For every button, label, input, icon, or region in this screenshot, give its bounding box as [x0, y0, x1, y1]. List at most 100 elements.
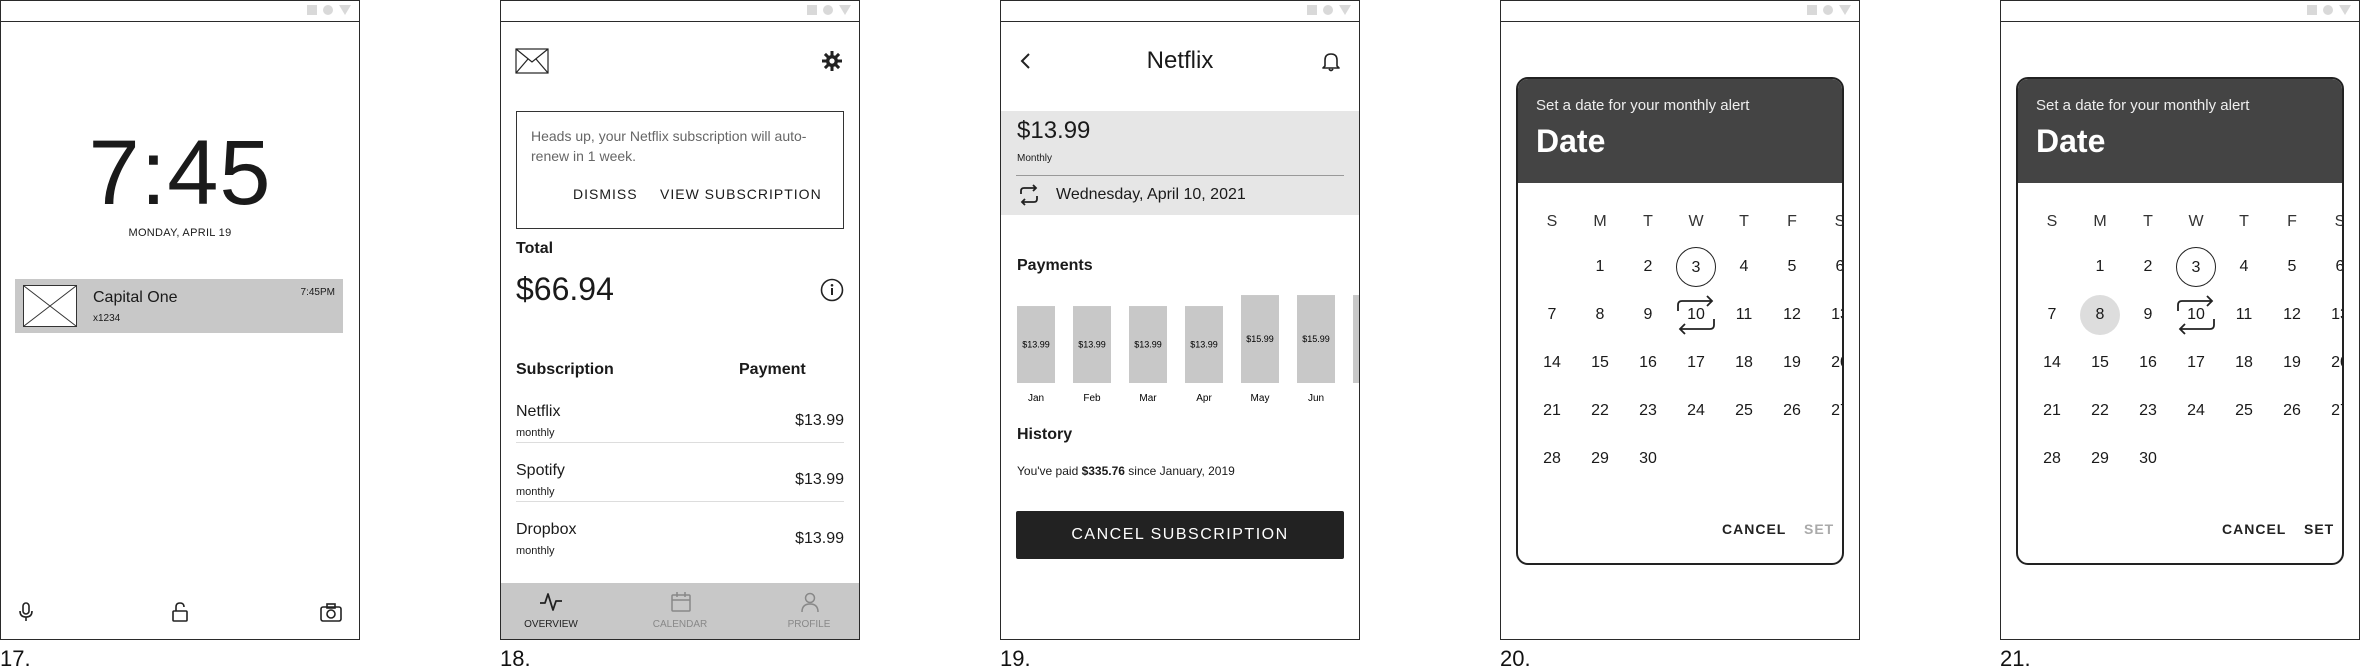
calendar-day[interactable]: 21 [2032, 391, 2072, 431]
calendar-day[interactable]: 1 [2080, 247, 2120, 287]
calendar-day[interactable]: 4 [1724, 247, 1764, 287]
calendar-day[interactable]: 12 [1772, 295, 1812, 335]
dismiss-button[interactable]: DISMISS [573, 186, 638, 202]
calendar-day[interactable]: 22 [1580, 391, 1620, 431]
microphone-icon[interactable] [15, 601, 37, 623]
calendar-day[interactable]: 7 [2032, 295, 2072, 335]
calendar-day[interactable]: 17 [2176, 343, 2216, 383]
calendar-day[interactable]: 17 [1676, 343, 1716, 383]
calendar-day[interactable]: 8 [1580, 295, 1620, 335]
day-number: 3 [2191, 259, 2201, 276]
nav-label: CALENDAR [652, 619, 708, 630]
table-row[interactable]: Netflix monthly $13.99 [516, 403, 844, 443]
calendar-day[interactable]: 4 [2224, 247, 2264, 287]
table-row[interactable]: Spotify monthly $13.99 [516, 462, 844, 502]
calendar-day[interactable]: 15 [1580, 343, 1620, 383]
calendar-day[interactable]: 9 [2128, 295, 2168, 335]
notification-card[interactable]: Capital One x1234 7:45PM [15, 279, 343, 333]
calendar-day[interactable]: 14 [1532, 343, 1572, 383]
set-button[interactable]: SET [1804, 521, 1834, 537]
calendar-day[interactable]: 11 [2224, 295, 2264, 335]
caption-19: 19. [1000, 646, 1031, 671]
phone-netflix-detail: Netflix $13.99 Monthly Wednesday, April … [1000, 0, 1360, 640]
calendar-day[interactable]: 10 [1676, 295, 1716, 335]
nav-calendar[interactable]: CALENDAR [630, 583, 730, 639]
calendar-day[interactable]: 6 [1820, 247, 1842, 287]
calendar-day[interactable]: 8 [2080, 295, 2120, 335]
camera-icon[interactable] [319, 601, 343, 623]
calendar-day[interactable]: 29 [2080, 439, 2120, 479]
nav-profile[interactable]: PROFILE [759, 583, 859, 639]
calendar-day[interactable]: 3 [1676, 247, 1716, 287]
weekday-header: W [1688, 213, 1704, 230]
calendar-day[interactable]: 18 [1724, 343, 1764, 383]
day-number: 25 [2235, 402, 2253, 419]
column-header-payment: Payment [739, 361, 806, 378]
gear-icon[interactable] [821, 50, 843, 72]
calendar-day[interactable]: 2 [1628, 247, 1668, 287]
history-text: You've paid $335.76 since January, 2019 [1017, 464, 1235, 478]
calendar-day[interactable]: 16 [1628, 343, 1668, 383]
calendar-day[interactable]: 11 [1724, 295, 1764, 335]
cancel-subscription-button[interactable]: CANCEL SUBSCRIPTION [1016, 511, 1344, 559]
calendar-day[interactable]: 24 [2176, 391, 2216, 431]
calendar-day[interactable]: 20 [1820, 343, 1842, 383]
lock-date: MONDAY, APRIL 19 [128, 227, 232, 239]
calendar-day[interactable]: 26 [2272, 391, 2312, 431]
caption-20: 20. [1500, 646, 1531, 671]
calendar-day[interactable]: 15 [2080, 343, 2120, 383]
mail-icon[interactable] [515, 48, 549, 74]
calendar-day[interactable]: 22 [2080, 391, 2120, 431]
day-number: 12 [1783, 306, 1801, 323]
calendar-day[interactable]: 13 [1820, 295, 1842, 335]
calendar-day[interactable]: 25 [2224, 391, 2264, 431]
view-subscription-button[interactable]: VIEW SUBSCRIPTION [660, 186, 822, 202]
bar-value-label: $13.99 [1022, 340, 1050, 350]
phone-overview: Heads up, your Netflix subscription will… [500, 0, 860, 640]
calendar-day[interactable]: 23 [1628, 391, 1668, 431]
set-button[interactable]: SET [2304, 521, 2334, 537]
calendar-day[interactable]: 25 [1724, 391, 1764, 431]
calendar-day[interactable]: 12 [2272, 295, 2312, 335]
calendar-day[interactable]: 1 [1580, 247, 1620, 287]
calendar-day[interactable]: 16 [2128, 343, 2168, 383]
day-number: 5 [2287, 258, 2297, 275]
calendar-day[interactable]: 5 [2272, 247, 2312, 287]
calendar-day[interactable]: 19 [1772, 343, 1812, 383]
calendar-day[interactable]: 18 [2224, 343, 2264, 383]
calendar-day[interactable]: 3 [2176, 247, 2216, 287]
calendar-day[interactable]: 14 [2032, 343, 2072, 383]
calendar-day[interactable]: 2 [2128, 247, 2168, 287]
table-row[interactable]: Dropbox monthly $13.99 [516, 521, 844, 561]
unlock-icon[interactable] [169, 601, 191, 623]
nav-overview[interactable]: OVERVIEW [501, 583, 601, 639]
calendar-day[interactable]: 10 [2176, 295, 2216, 335]
calendar-day[interactable]: 26 [1772, 391, 1812, 431]
calendar-day[interactable]: 27 [2320, 391, 2342, 431]
calendar-day[interactable]: 29 [1580, 439, 1620, 479]
calendar-day[interactable]: 28 [2032, 439, 2072, 479]
calendar-day[interactable]: 24 [1676, 391, 1716, 431]
calendar-day[interactable]: 20 [2320, 343, 2342, 383]
info-icon[interactable] [820, 278, 844, 302]
calendar-day[interactable]: 28 [1532, 439, 1572, 479]
day-number: 21 [2043, 402, 2061, 419]
calendar-day[interactable]: 13 [2320, 295, 2342, 335]
calendar-day[interactable]: 30 [1628, 439, 1668, 479]
cancel-button[interactable]: CANCEL [2222, 521, 2286, 537]
cancel-button[interactable]: CANCEL [1722, 521, 1786, 537]
calendar-day[interactable]: 21 [1532, 391, 1572, 431]
day-number: 26 [1783, 402, 1801, 419]
bell-icon[interactable] [1321, 50, 1341, 72]
calendar-day[interactable]: 7 [1532, 295, 1572, 335]
calendar-day[interactable]: 6 [2320, 247, 2342, 287]
calendar-day[interactable]: 23 [2128, 391, 2168, 431]
phone-date-picker-selected: Set a date for your monthly alert Date S… [2000, 0, 2360, 640]
status-bar [2001, 1, 2359, 22]
calendar-day[interactable]: 5 [1772, 247, 1812, 287]
calendar-day[interactable]: 19 [2272, 343, 2312, 383]
calendar-day[interactable]: 30 [2128, 439, 2168, 479]
calendar-day[interactable]: 9 [1628, 295, 1668, 335]
calendar-day[interactable]: 27 [1820, 391, 1842, 431]
day-number: 3 [1691, 259, 1701, 276]
